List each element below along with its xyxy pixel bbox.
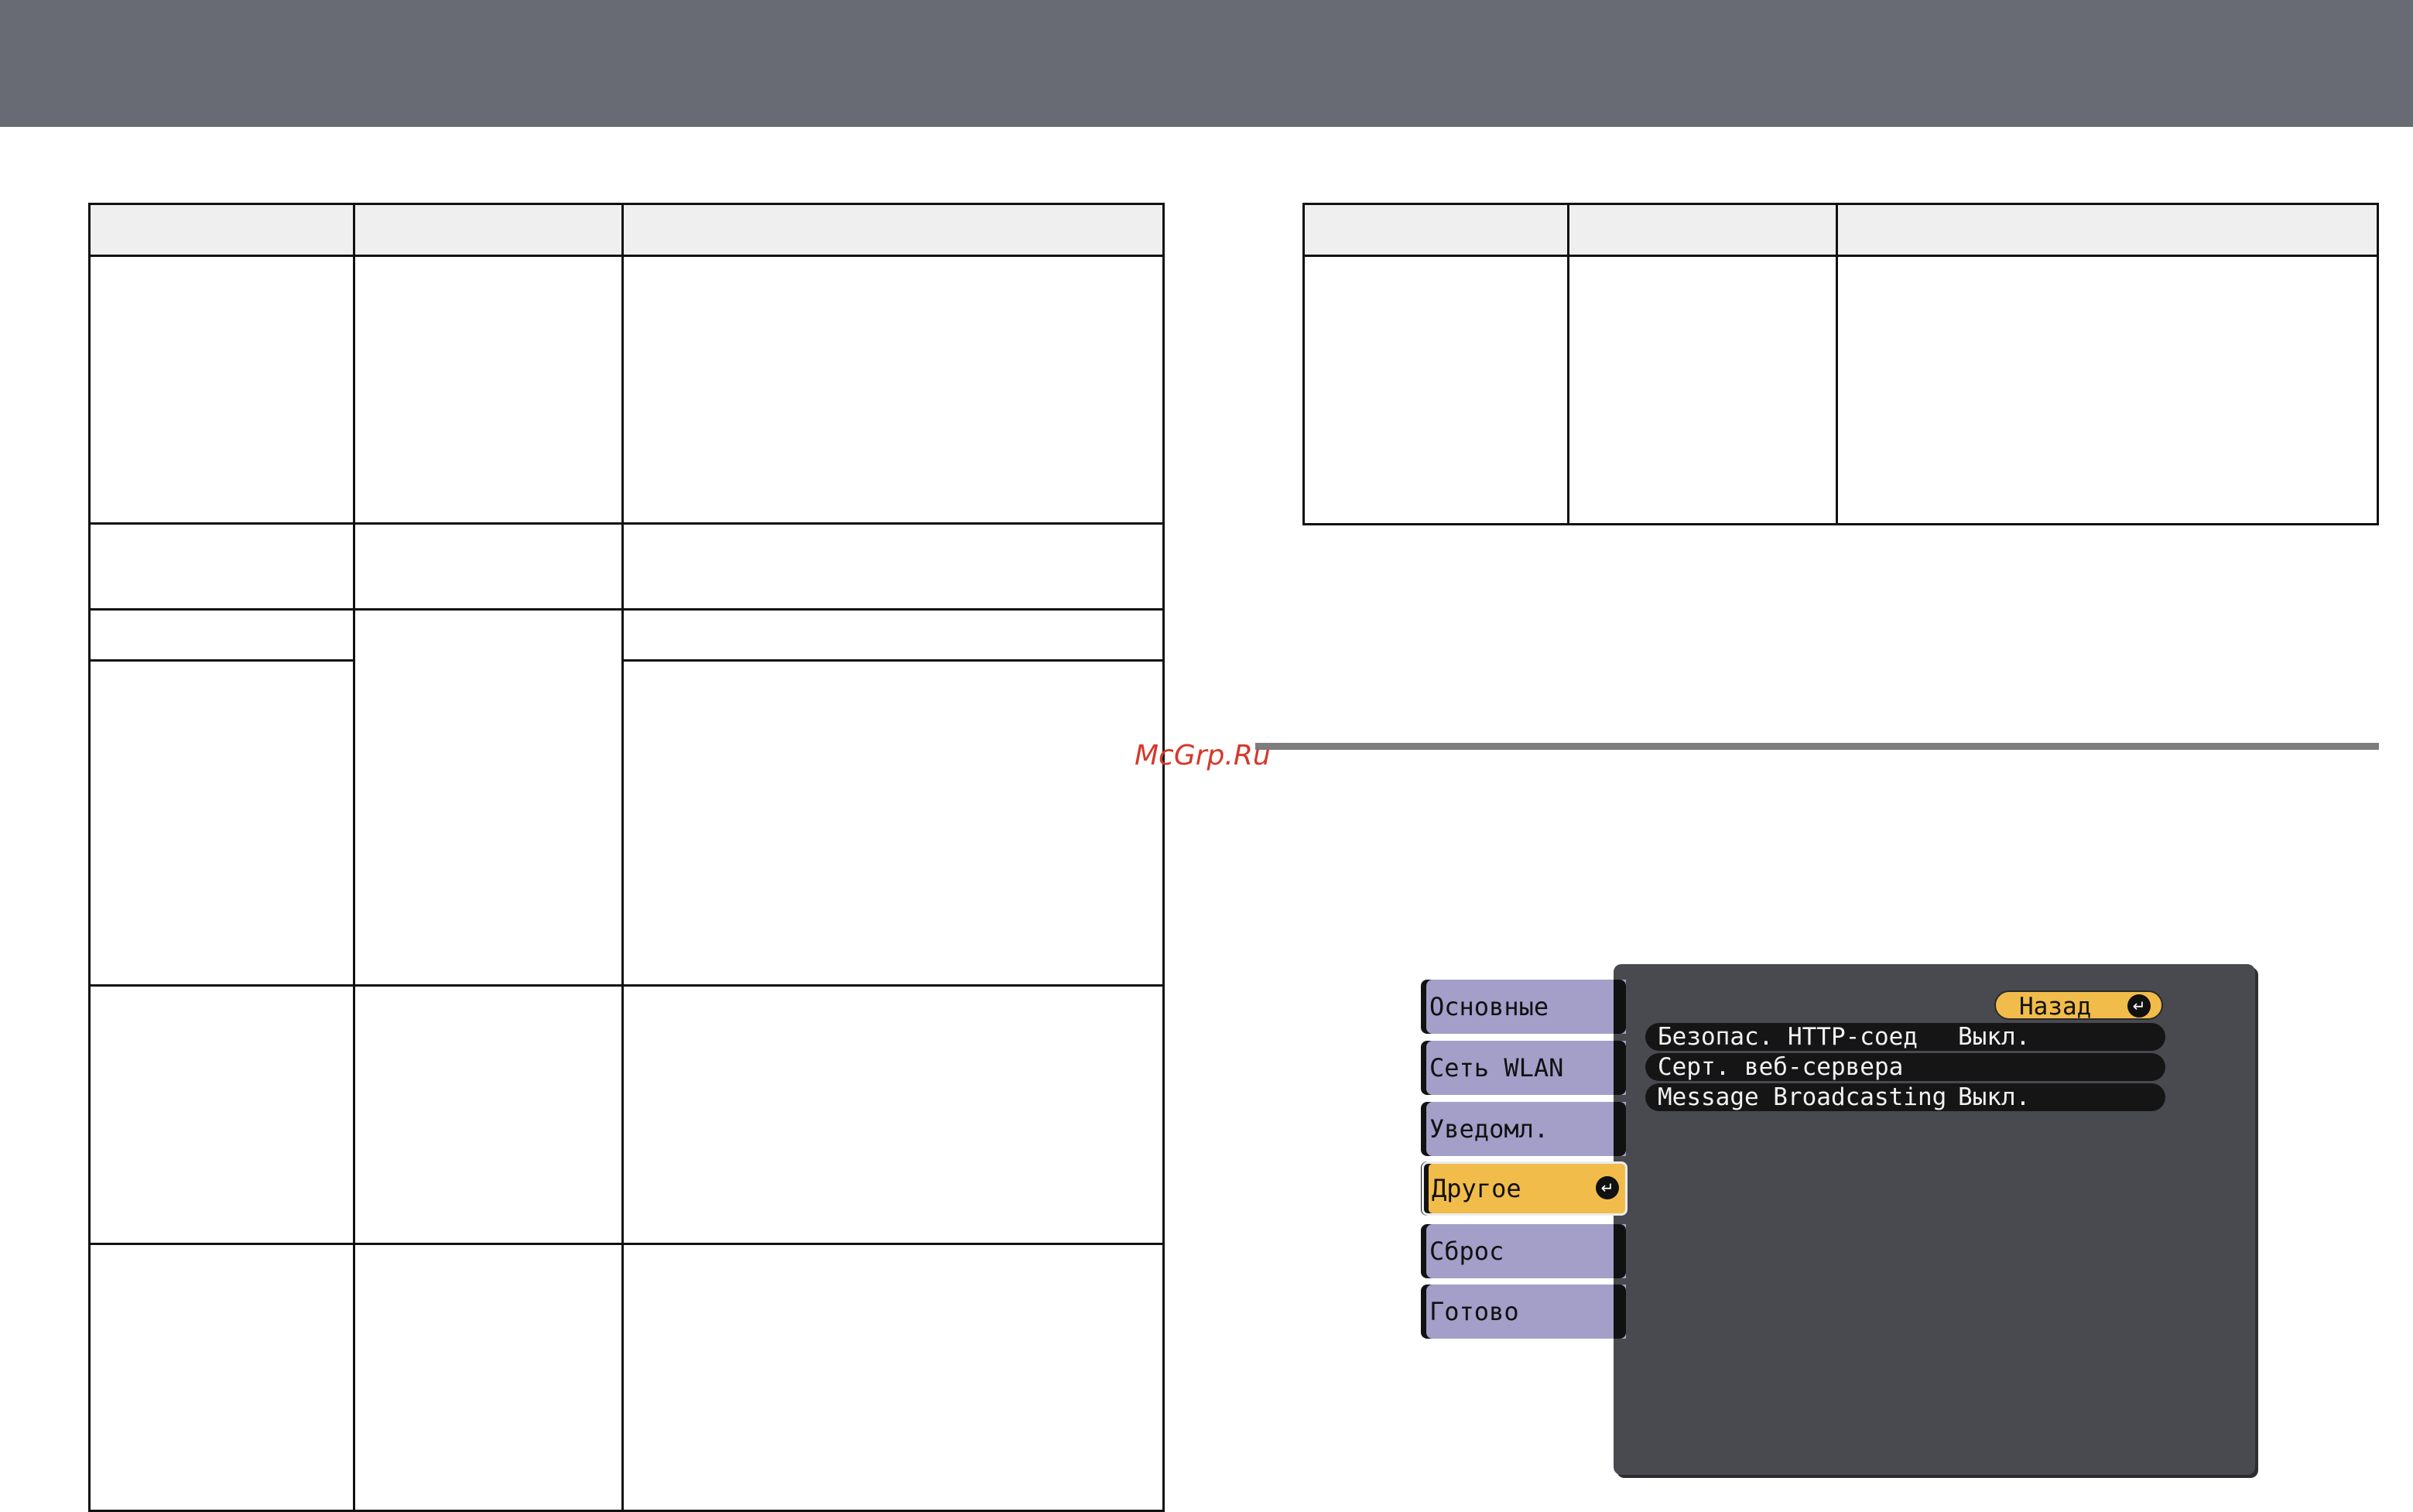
enter-icon: ↵ bbox=[1596, 1176, 1619, 1199]
enter-icon: ↵ bbox=[2127, 994, 2151, 1018]
section-divider bbox=[1255, 743, 2379, 750]
table-cell bbox=[91, 662, 355, 987]
table-header-cell bbox=[91, 205, 355, 257]
watermark-text: McGrp.Ru bbox=[1135, 740, 1271, 771]
osd-row-label: Серт. веб-сервера bbox=[1658, 1053, 1904, 1081]
table-cell bbox=[624, 1245, 1162, 1510]
osd-row-message-broadcasting[interactable]: Message Broadcasting Выкл. bbox=[1645, 1083, 2165, 1111]
table-cell bbox=[91, 611, 355, 662]
table-cell bbox=[355, 987, 624, 1245]
table-header-cell bbox=[1838, 205, 2377, 257]
table-cell bbox=[91, 525, 355, 611]
table-cell bbox=[91, 987, 355, 1245]
table-cell bbox=[624, 257, 1162, 525]
table-cell bbox=[355, 525, 624, 611]
table-cell bbox=[91, 1245, 355, 1510]
back-button-label: Назад bbox=[2019, 993, 2092, 1021]
table-cell bbox=[1838, 257, 2377, 523]
settings-table-left bbox=[88, 203, 1165, 1512]
osd-tab-wlan[interactable]: Сеть WLAN bbox=[1422, 1041, 1626, 1095]
osd-row-web-server-cert[interactable]: Серт. веб-сервера bbox=[1645, 1053, 2165, 1081]
table-cell bbox=[1305, 257, 1569, 523]
page-header-bar bbox=[0, 0, 2413, 127]
table-cell-merged bbox=[355, 611, 624, 987]
table-cell bbox=[624, 525, 1162, 611]
osd-row-secure-http[interactable]: Безопас. HTTP-соед Выкл. bbox=[1645, 1023, 2165, 1051]
table-cell bbox=[355, 1245, 624, 1510]
table-cell bbox=[1569, 257, 1838, 523]
table-header-cell bbox=[355, 205, 624, 257]
table-cell bbox=[624, 987, 1162, 1245]
osd-row-value: Выкл. bbox=[1958, 1083, 2031, 1111]
table-cell bbox=[624, 662, 1162, 987]
osd-row-label: Безопас. HTTP-соед bbox=[1658, 1023, 1918, 1051]
table-header-cell bbox=[624, 205, 1162, 257]
settings-table-right bbox=[1302, 203, 2379, 525]
table-header-cell bbox=[1569, 205, 1838, 257]
table-cell bbox=[355, 257, 624, 525]
osd-tab-done[interactable]: Готово bbox=[1422, 1285, 1626, 1339]
table-header-cell bbox=[1305, 205, 1569, 257]
osd-row-label: Message Broadcasting bbox=[1658, 1083, 1947, 1111]
back-button[interactable]: Назад ↵ bbox=[1994, 990, 2163, 1021]
table-cell bbox=[624, 611, 1162, 662]
osd-row-value: Выкл. bbox=[1958, 1023, 2031, 1051]
table-cell bbox=[91, 257, 355, 525]
osd-tab-notifications[interactable]: Уведомл. bbox=[1422, 1102, 1626, 1156]
osd-tab-reset[interactable]: Сброс bbox=[1422, 1224, 1626, 1278]
osd-tab-basic[interactable]: Основные bbox=[1422, 980, 1626, 1034]
osd-tab-other[interactable]: Другое ↵ bbox=[1422, 1161, 1627, 1216]
